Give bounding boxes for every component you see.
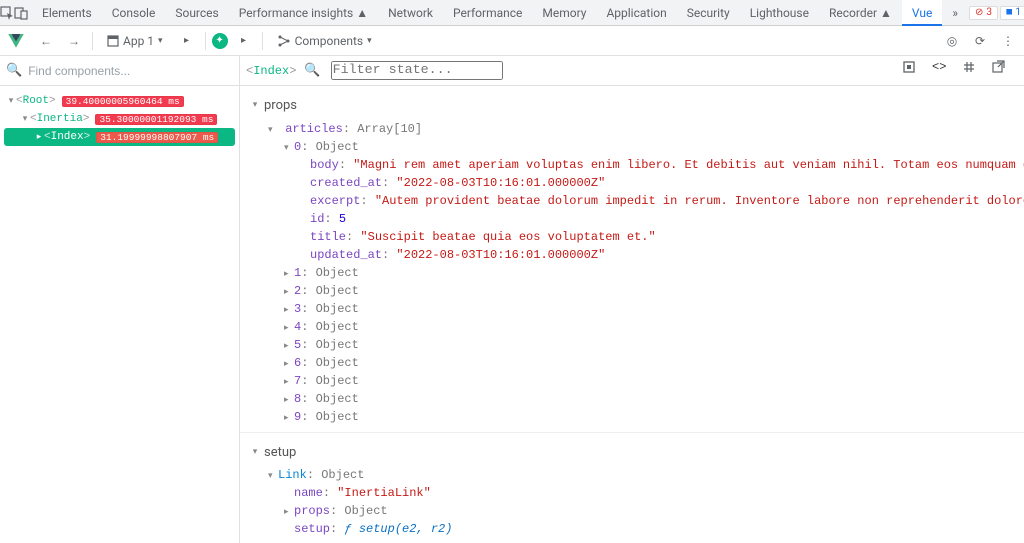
- setup-link-name[interactable]: name: "InertiaLink": [240, 484, 1024, 502]
- section-props[interactable]: ▾ props: [240, 92, 1024, 120]
- array-item-4[interactable]: ▸4: Object: [240, 318, 1024, 336]
- component-tree-panel: 🔍 ▾Root39.40000005960464 ms▾Inertia35.30…: [0, 56, 240, 543]
- array-item-1[interactable]: ▸1: Object: [240, 264, 1024, 282]
- devtools-tab-elements[interactable]: Elements: [32, 0, 102, 26]
- vue-logo-icon: [8, 34, 24, 48]
- chevron-right-icon[interactable]: ▸: [175, 29, 199, 53]
- search-icon: 🔍: [6, 63, 22, 78]
- search-icon: 🔍: [304, 63, 320, 78]
- devtools-tab-recorder-[interactable]: Recorder ▲: [819, 0, 902, 26]
- setup-link-props[interactable]: ▸props: Object: [240, 502, 1024, 520]
- field-id[interactable]: id: 5: [240, 210, 1024, 228]
- more-icon[interactable]: ⋮: [996, 29, 1020, 53]
- devtools-tab-application[interactable]: Application: [596, 0, 676, 26]
- field-created-at[interactable]: created_at: "2022-08-03T10:16:01.000000Z…: [240, 174, 1024, 192]
- inspector-selector-label: Components: [295, 34, 364, 48]
- devtools-tab-bar: ElementsConsoleSourcesPerformance insigh…: [0, 0, 1024, 26]
- chevron-down-icon: ▾: [250, 99, 260, 113]
- section-setup[interactable]: ▾ setup: [240, 439, 1024, 467]
- devtools-tab-lighthouse[interactable]: Lighthouse: [740, 0, 819, 26]
- section-label: setup: [264, 443, 296, 463]
- component-inspector-panel: Index 🔍 <> ▾ props: [240, 56, 1024, 543]
- field-updated-at[interactable]: updated_at: "2022-08-03T10:16:01.000000Z…: [240, 246, 1024, 264]
- chevron-down-icon: ▾: [250, 446, 260, 460]
- state-inspector[interactable]: ▾ props ▾ articles: Array[10] ▾0: Object…: [240, 86, 1024, 543]
- array-item-5[interactable]: ▸5: Object: [240, 336, 1024, 354]
- selected-component-name: Index: [246, 64, 296, 78]
- setup-link[interactable]: ▾Link: Object: [240, 466, 1024, 484]
- chevron-right-icon[interactable]: ▸: [232, 29, 256, 53]
- array-item-3[interactable]: ▸3: Object: [240, 300, 1024, 318]
- array-item-2[interactable]: ▸2: Object: [240, 282, 1024, 300]
- filter-state-input[interactable]: [331, 61, 503, 80]
- device-toolbar-icon[interactable]: [14, 0, 28, 26]
- devtools-tab-vue[interactable]: Vue: [902, 0, 942, 26]
- section-label: props: [264, 96, 297, 116]
- field-title[interactable]: title: "Suscipit beatae quia eos volupta…: [240, 228, 1024, 246]
- devtools-tab-memory[interactable]: Memory: [532, 0, 596, 26]
- devtools-tab-performance-insights-[interactable]: Performance insights ▲: [229, 0, 378, 26]
- tree-node-inertia[interactable]: ▾Inertia35.30000001192093 ms: [4, 110, 235, 128]
- chevron-down-icon: ▾: [158, 36, 163, 46]
- app-selector-label: App 1: [123, 34, 154, 48]
- vue-devtools-bar: ← → App 1 ▾ ▸ ✦ ▸ Components ▾ ◎ ⟳ ⋮: [0, 26, 1024, 56]
- info-count-badge[interactable]: 1: [1000, 6, 1024, 20]
- array-item-6[interactable]: ▸6: Object: [240, 354, 1024, 372]
- devtools-tabs-overflow[interactable]: »: [942, 0, 968, 26]
- chevron-down-icon: ▾: [367, 36, 372, 46]
- open-in-editor-icon[interactable]: [992, 60, 1014, 82]
- nav-back-icon[interactable]: ←: [34, 29, 58, 53]
- app-selector[interactable]: App 1 ▾: [99, 30, 171, 52]
- tree-node-root[interactable]: ▾Root39.40000005960464 ms: [4, 92, 235, 110]
- show-code-icon[interactable]: <>: [932, 60, 954, 82]
- devtools-tab-network[interactable]: Network: [378, 0, 443, 26]
- inspect-dom-icon[interactable]: [962, 60, 984, 82]
- devtools-tab-security[interactable]: Security: [677, 0, 740, 26]
- prop-articles[interactable]: ▾ articles: Array[10]: [240, 120, 1024, 138]
- devtools-tab-sources[interactable]: Sources: [165, 0, 228, 26]
- compass-icon[interactable]: ✦: [212, 33, 228, 49]
- inspect-element-icon[interactable]: [0, 0, 14, 26]
- devtools-tab-performance[interactable]: Performance: [443, 0, 532, 26]
- array-item-9[interactable]: ▸9: Object: [240, 408, 1024, 426]
- array-item-8[interactable]: ▸8: Object: [240, 390, 1024, 408]
- array-item-0[interactable]: ▾0: Object: [240, 138, 1024, 156]
- devtools-tab-console[interactable]: Console: [102, 0, 166, 26]
- array-item-7[interactable]: ▸7: Object: [240, 372, 1024, 390]
- setup-link-setup[interactable]: setup: ƒ setup(e2, r2): [240, 520, 1024, 538]
- refresh-icon[interactable]: ⟳: [968, 29, 992, 53]
- target-icon[interactable]: ◎: [940, 29, 964, 53]
- error-count-badge[interactable]: 3: [969, 6, 998, 20]
- field-excerpt[interactable]: excerpt: "Autem provident beatae dolorum…: [240, 192, 1024, 210]
- field-body[interactable]: body: "Magni rem amet aperiam voluptas e…: [240, 156, 1024, 174]
- scroll-to-component-icon[interactable]: [902, 60, 924, 82]
- tree-node-index[interactable]: ▸Index31.19999998807907 ms: [4, 128, 235, 146]
- component-tree[interactable]: ▾Root39.40000005960464 ms▾Inertia35.3000…: [0, 86, 239, 543]
- find-components-input[interactable]: [28, 60, 233, 82]
- inspector-selector[interactable]: Components ▾: [269, 30, 380, 52]
- nav-forward-icon[interactable]: →: [62, 29, 86, 53]
